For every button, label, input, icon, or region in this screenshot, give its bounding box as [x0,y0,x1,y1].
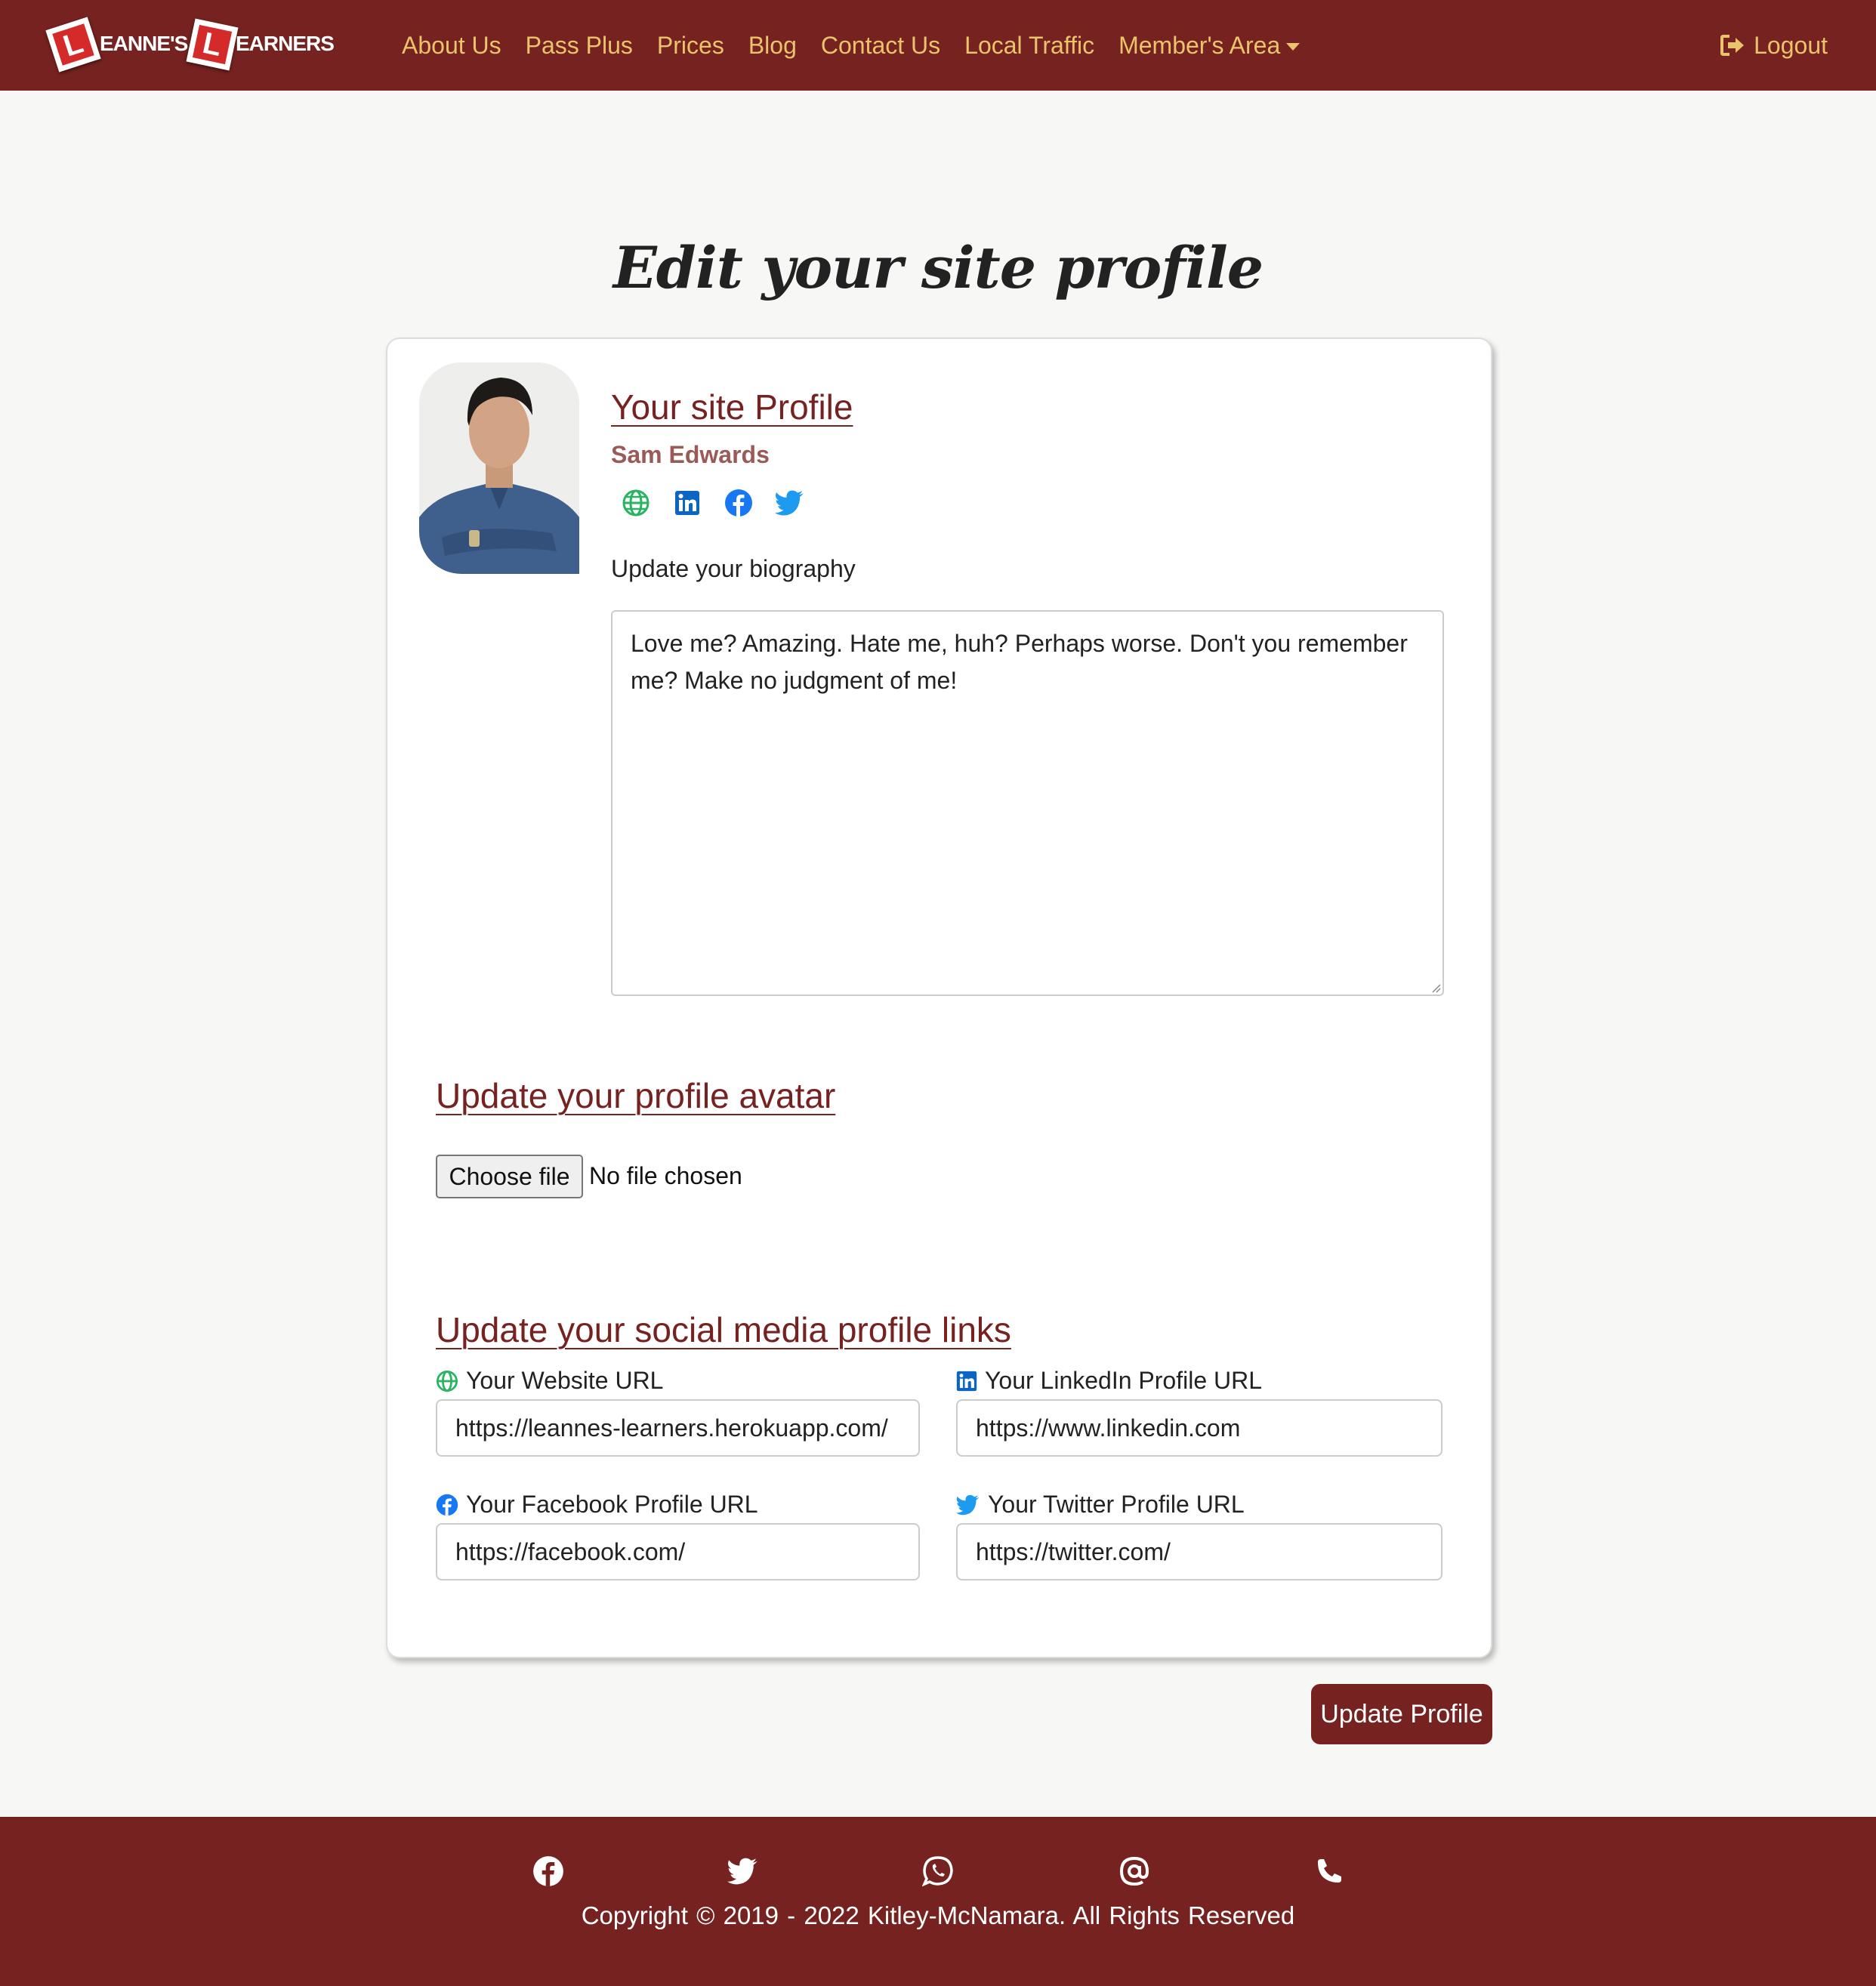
facebook-icon[interactable] [532,1855,565,1888]
avatar-image [419,362,579,574]
phone-icon[interactable] [1313,1855,1346,1888]
facebook-icon[interactable] [724,488,754,518]
at-icon[interactable] [1118,1855,1151,1888]
avatar-section-heading: Update your profile avatar [436,1076,836,1115]
logout-link[interactable]: Logout [1720,0,1828,91]
linkedin-icon[interactable] [672,488,702,518]
copyright-text: Copyright © 2019 - 2022 Kitley-McNamara.… [581,1901,1295,1929]
nav-contact-us[interactable]: Contact Us [821,32,940,60]
nav-pass-plus[interactable]: Pass Plus [526,32,633,60]
nav-prices[interactable]: Prices [657,32,724,60]
twitter-label-text: Your Twitter Profile URL [988,1491,1245,1518]
profile-name: Sam Edwards [611,441,770,468]
footer: Copyright © 2019 - 2022 Kitley-McNamara.… [0,1817,1876,1986]
globe-icon [436,1370,458,1392]
bio-textarea[interactable]: Love me? Amazing. Hate me, huh? Perhaps … [611,610,1444,996]
page-title: Edit your site profile [612,234,1264,301]
l-plate-icon: L [186,18,239,71]
profile-social-links [621,488,826,518]
resize-handle-icon[interactable] [1430,982,1441,993]
linkedin-label-text: Your LinkedIn Profile URL [985,1367,1263,1394]
nav-blog[interactable]: Blog [748,32,797,60]
nav-links: About Us Pass Plus Prices Blog Contact U… [402,0,1324,91]
twitter-url-input[interactable]: https://twitter.com/ [956,1523,1442,1580]
sign-out-icon [1720,35,1745,56]
caret-down-icon [1286,43,1301,51]
bio-text: Love me? Amazing. Hate me, huh? Perhaps … [631,630,1408,694]
logout-label: Logout [1754,31,1828,59]
facebook-label-text: Your Facebook Profile URL [466,1491,758,1518]
facebook-url-label: Your Facebook Profile URL [436,1491,758,1519]
linkedin-icon [956,1371,977,1391]
nav-about-us[interactable]: About Us [402,32,501,60]
bio-label: Update your biography [611,555,856,582]
twitter-url-label: Your Twitter Profile URL [956,1491,1245,1519]
update-profile-button[interactable]: Update Profile [1311,1684,1492,1744]
social-section-heading: Update your social media profile links [436,1310,1011,1349]
website-url-label: Your Website URL [436,1367,663,1395]
file-status: No file chosen [589,1162,742,1189]
site-logo[interactable]: L EANNE'S L EARNERS [45,17,335,72]
nav-members-area[interactable]: Member's Area [1119,32,1301,60]
facebook-url-input[interactable]: https://facebook.com/ [436,1523,920,1580]
website-url-input[interactable]: https://leannes-learners.herokuapp.com/ [436,1399,920,1457]
twitter-icon [956,1494,980,1515]
linkedin-url-label: Your LinkedIn Profile URL [956,1367,1262,1395]
twitter-icon[interactable] [727,1855,760,1888]
avatar [419,362,579,574]
nav-local-traffic[interactable]: Local Traffic [964,32,1094,60]
globe-icon[interactable] [621,488,651,518]
choose-file-button[interactable]: Choose file [436,1155,583,1198]
twitter-icon[interactable] [775,488,805,518]
l-plate-icon: L [45,17,101,72]
website-label-text: Your Website URL [466,1367,664,1394]
navbar: L EANNE'S L EARNERS About Us Pass Plus P… [0,0,1876,91]
brand-part2: EARNERS [236,32,335,55]
profile-heading: Your site Profile [611,387,853,427]
brand-part1: EANNE'S [100,32,188,55]
whatsapp-icon[interactable] [921,1855,955,1888]
linkedin-url-input[interactable]: https://www.linkedin.com [956,1399,1442,1457]
facebook-icon [436,1494,458,1516]
